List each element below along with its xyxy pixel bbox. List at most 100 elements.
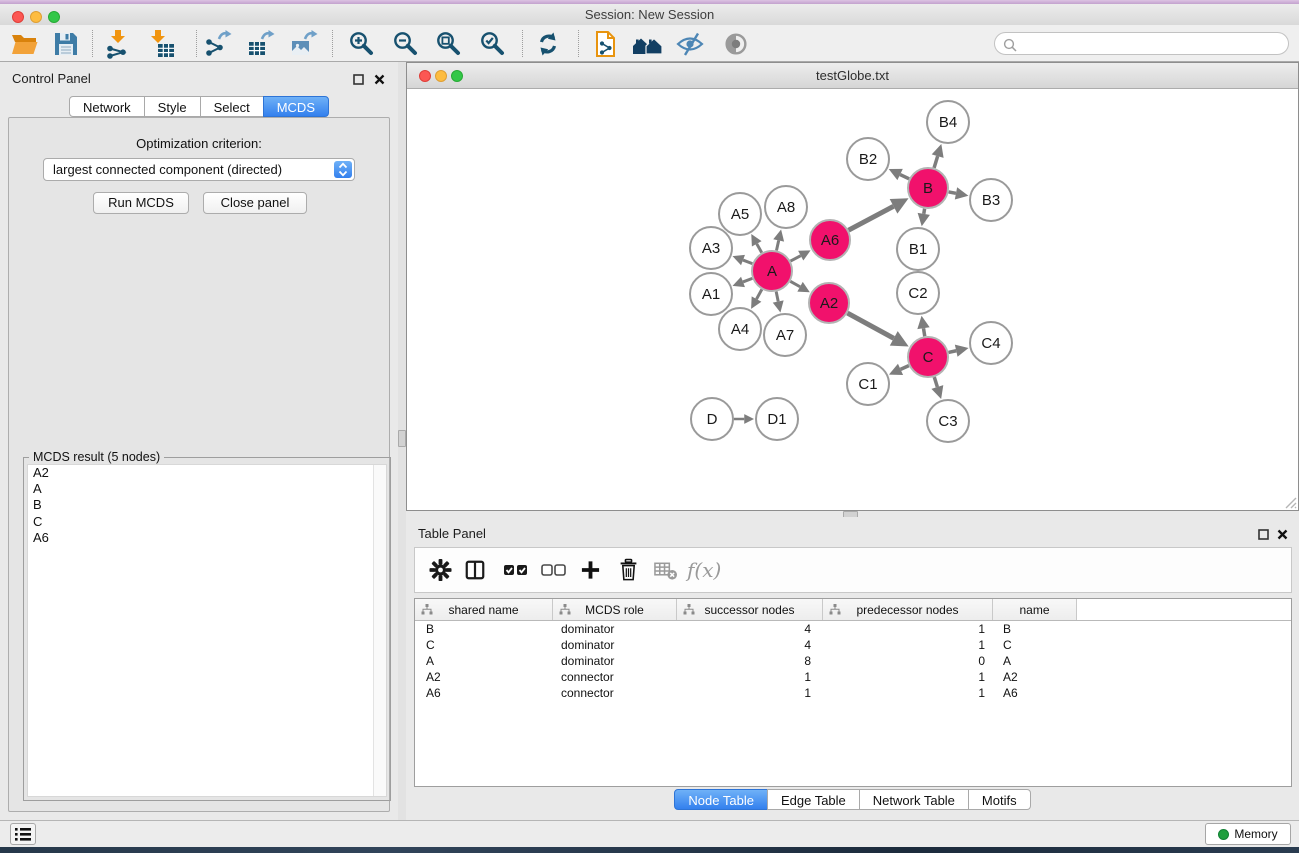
- tab-select[interactable]: Select: [200, 96, 264, 117]
- column-header-successor-nodes[interactable]: successor nodes: [677, 599, 823, 620]
- add-column-button[interactable]: [580, 560, 601, 581]
- table-cell[interactable]: A2: [415, 669, 553, 685]
- search-field[interactable]: [994, 32, 1289, 55]
- export-network-button[interactable]: [202, 28, 234, 60]
- task-history-button[interactable]: [10, 823, 36, 845]
- table-cell[interactable]: 1: [823, 685, 993, 701]
- graph-edge[interactable]: [948, 345, 968, 357]
- graph-edge[interactable]: [931, 377, 943, 399]
- birds-eye-view-button[interactable]: [720, 28, 752, 60]
- graph-edge[interactable]: [734, 414, 754, 424]
- run-mcds-button[interactable]: Run MCDS: [93, 192, 189, 214]
- tab-motifs[interactable]: Motifs: [968, 789, 1031, 810]
- table-cell[interactable]: 8: [677, 653, 823, 669]
- tab-network[interactable]: Network: [69, 96, 145, 117]
- table-cell[interactable]: A2: [993, 669, 1077, 685]
- network-canvas[interactable]: B4B2BB3A8A5A6A3B1AC2A1A2A4A7C4CC1DD1C3: [407, 90, 1298, 510]
- graph-edge[interactable]: [790, 281, 810, 292]
- criterion-select[interactable]: largest connected component (directed): [43, 158, 355, 181]
- graph-node[interactable]: B3: [970, 179, 1012, 221]
- table-cell[interactable]: dominator: [553, 653, 677, 669]
- tab-edge-table[interactable]: Edge Table: [767, 789, 860, 810]
- graph-node[interactable]: A2: [809, 283, 849, 323]
- apply-layout-button[interactable]: [532, 28, 564, 60]
- table-cell[interactable]: A: [993, 653, 1077, 669]
- graph-node[interactable]: C4: [970, 322, 1012, 364]
- table-cell[interactable]: A: [415, 653, 553, 669]
- graph-node[interactable]: D1: [756, 398, 798, 440]
- table-cell[interactable]: 4: [677, 637, 823, 653]
- mcds-result-list[interactable]: A2ABCA6: [27, 464, 387, 797]
- graph-edge[interactable]: [751, 289, 762, 308]
- table-row[interactable]: Cdominator41C: [415, 637, 1291, 653]
- hide-graphics-details-button[interactable]: [674, 28, 706, 60]
- table-cell[interactable]: 4: [677, 621, 823, 637]
- graph-edge[interactable]: [733, 255, 753, 265]
- table-row[interactable]: A6connector11A6: [415, 685, 1291, 701]
- column-header-predecessor-nodes[interactable]: predecessor nodes: [823, 599, 993, 620]
- import-network-button[interactable]: [103, 28, 135, 60]
- list-item[interactable]: A: [28, 481, 386, 497]
- graph-node[interactable]: A7: [764, 314, 806, 356]
- graph-node[interactable]: A8: [765, 186, 807, 228]
- table-cell[interactable]: 1: [823, 637, 993, 653]
- graph-edge[interactable]: [917, 316, 929, 337]
- graph-node[interactable]: B2: [847, 138, 889, 180]
- graph-edge[interactable]: [918, 209, 930, 227]
- table-cell[interactable]: B: [993, 621, 1077, 637]
- graph-node[interactable]: A6: [810, 220, 850, 260]
- save-session-button[interactable]: [50, 28, 82, 60]
- graph-edge[interactable]: [889, 169, 909, 180]
- node-table[interactable]: shared nameMCDS rolesuccessor nodesprede…: [414, 598, 1292, 787]
- column-header-name[interactable]: name: [993, 599, 1077, 620]
- close-table-panel-icon[interactable]: [1277, 527, 1288, 545]
- table-row[interactable]: A2connector11A2: [415, 669, 1291, 685]
- graph-node[interactable]: C2: [897, 272, 939, 314]
- result-list-scrollbar[interactable]: [373, 465, 386, 796]
- graph-node[interactable]: A3: [690, 227, 732, 269]
- graph-node[interactable]: B: [908, 168, 948, 208]
- tab-mcds[interactable]: MCDS: [263, 96, 329, 117]
- graph-edge[interactable]: [949, 187, 969, 199]
- zoom-out-button[interactable]: [389, 28, 421, 60]
- close-panel-button[interactable]: Close panel: [203, 192, 307, 214]
- table-row[interactable]: Bdominator41B: [415, 621, 1291, 637]
- table-cell[interactable]: 1: [677, 685, 823, 701]
- zoom-in-button[interactable]: [345, 28, 377, 60]
- graph-edge[interactable]: [733, 277, 753, 287]
- graph-node[interactable]: C3: [927, 400, 969, 442]
- graph-edge[interactable]: [847, 313, 908, 346]
- table-cell[interactable]: C: [993, 637, 1077, 653]
- import-table-button[interactable]: [145, 28, 177, 60]
- graph-edge[interactable]: [932, 144, 944, 168]
- list-item[interactable]: A2: [28, 465, 386, 481]
- export-image-button[interactable]: [288, 28, 320, 60]
- graph-edge[interactable]: [791, 250, 811, 261]
- panel-splitter[interactable]: [398, 62, 406, 820]
- float-panel-icon[interactable]: [353, 72, 364, 90]
- zoom-selected-button[interactable]: [476, 28, 508, 60]
- delete-column-button[interactable]: [618, 558, 639, 582]
- graph-node[interactable]: A: [752, 251, 792, 291]
- table-settings-button[interactable]: [429, 559, 452, 582]
- table-cell[interactable]: B: [415, 621, 553, 637]
- table-cell[interactable]: dominator: [553, 637, 677, 653]
- list-item[interactable]: B: [28, 497, 386, 513]
- graph-node[interactable]: C1: [847, 363, 889, 405]
- open-session-button[interactable]: [9, 28, 41, 60]
- tab-style[interactable]: Style: [144, 96, 201, 117]
- table-cell[interactable]: C: [415, 637, 553, 653]
- table-cell[interactable]: A6: [993, 685, 1077, 701]
- tab-node-table[interactable]: Node Table: [674, 789, 768, 810]
- graph-node[interactable]: A4: [719, 308, 761, 350]
- graph-node[interactable]: B1: [897, 228, 939, 270]
- table-row[interactable]: Adominator80A: [415, 653, 1291, 669]
- search-input[interactable]: [1021, 34, 1281, 53]
- function-builder-button[interactable]: f(x): [687, 558, 721, 582]
- export-table-button[interactable]: [245, 28, 277, 60]
- graph-node[interactable]: D: [691, 398, 733, 440]
- graph-edge[interactable]: [773, 229, 784, 250]
- tab-network-table[interactable]: Network Table: [859, 789, 969, 810]
- column-header-mcds-role[interactable]: MCDS role: [553, 599, 677, 620]
- splitter-collapse-handle[interactable]: [398, 430, 406, 447]
